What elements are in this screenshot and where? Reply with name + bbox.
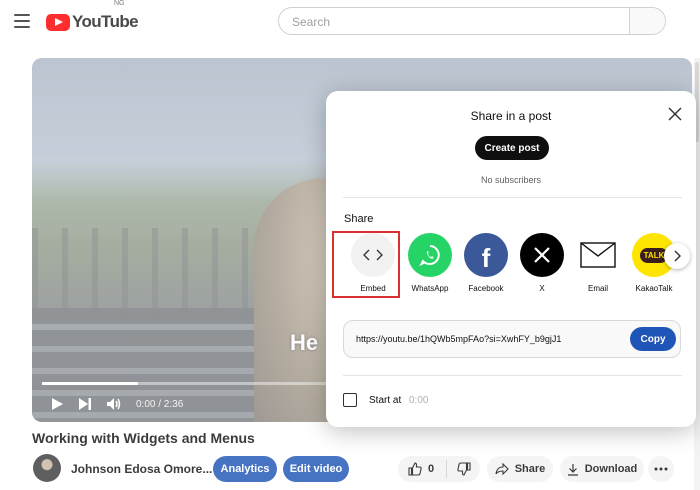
start-at-time-input[interactable]: 0:00 — [409, 395, 428, 406]
email-icon — [576, 233, 620, 277]
share-target-label: WhatsApp — [411, 284, 449, 293]
share-heading: Share — [344, 213, 374, 225]
embed-highlight — [332, 231, 400, 298]
start-at-label: Start at — [369, 395, 402, 406]
share-dialog: Share in a post Create post No subscribe… — [326, 91, 696, 427]
chevron-right-icon — [674, 250, 681, 262]
start-at-checkbox[interactable] — [343, 393, 357, 407]
share-target-email[interactable]: Email — [569, 233, 627, 293]
share-link[interactable]: https://youtu.be/1hQWb5mpFAo?si=XwhFY_b9… — [356, 334, 561, 344]
share-target-facebook[interactable]: f Facebook — [457, 233, 515, 293]
share-target-whatsapp[interactable]: WhatsApp — [401, 233, 459, 293]
no-subscribers-text: No subscribers — [480, 175, 542, 185]
facebook-icon: f — [464, 233, 508, 277]
copy-button[interactable]: Copy — [630, 327, 676, 351]
close-icon[interactable] — [666, 105, 684, 123]
dialog-title: Share in a post — [470, 109, 552, 123]
x-icon — [520, 233, 564, 277]
divider — [343, 375, 682, 376]
create-post-button[interactable]: Create post — [475, 136, 549, 160]
share-target-label: Facebook — [468, 284, 504, 293]
whatsapp-icon — [408, 233, 452, 277]
next-share-targets-button[interactable] — [664, 243, 690, 269]
divider — [343, 197, 682, 198]
share-target-label: KakaoTalk — [635, 284, 673, 293]
share-link-field[interactable]: https://youtu.be/1hQWb5mpFAo?si=XwhFY_b9… — [343, 320, 681, 358]
share-target-x[interactable]: X — [513, 233, 571, 293]
share-target-label: X — [539, 284, 545, 293]
share-target-label: Email — [587, 284, 608, 293]
